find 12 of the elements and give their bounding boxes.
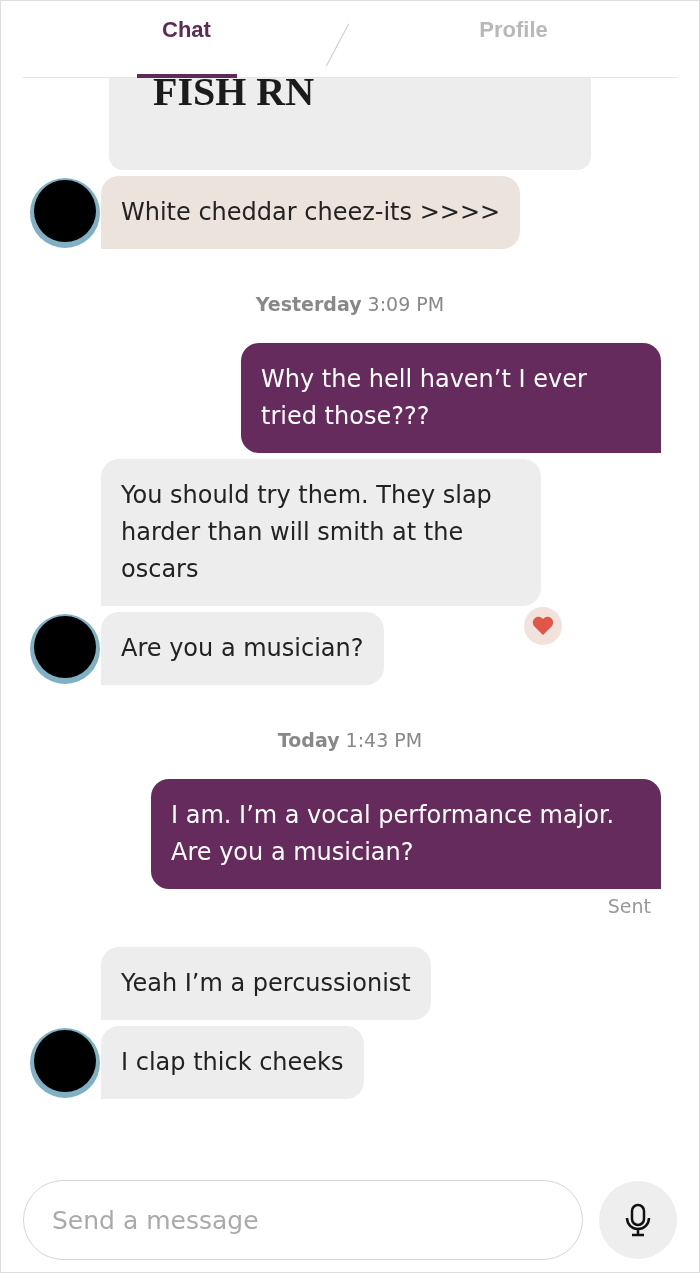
- sent-message: Why the hell haven’t I ever tried those???: [241, 343, 661, 453]
- timestamp: Today 1:43 PM: [276, 729, 424, 751]
- message-field[interactable]: Send a message: [23, 1180, 583, 1260]
- timestamp: Yesterday 3:09 PM: [254, 293, 446, 315]
- received-message: White cheddar cheez-its >>>>: [101, 176, 521, 249]
- received-message: I clap thick cheeks: [101, 1026, 364, 1099]
- received-message: Are you a musician?: [101, 612, 384, 685]
- microphone-icon: [623, 1203, 653, 1237]
- delivery-status: Sent: [607, 895, 651, 917]
- sent-message: I am. I’m a vocal performance major. Are you a musician?: [151, 779, 661, 889]
- image-attachment[interactable]: FISH RN: [109, 78, 591, 170]
- received-message: Yeah I’m a percussionist: [101, 947, 431, 1020]
